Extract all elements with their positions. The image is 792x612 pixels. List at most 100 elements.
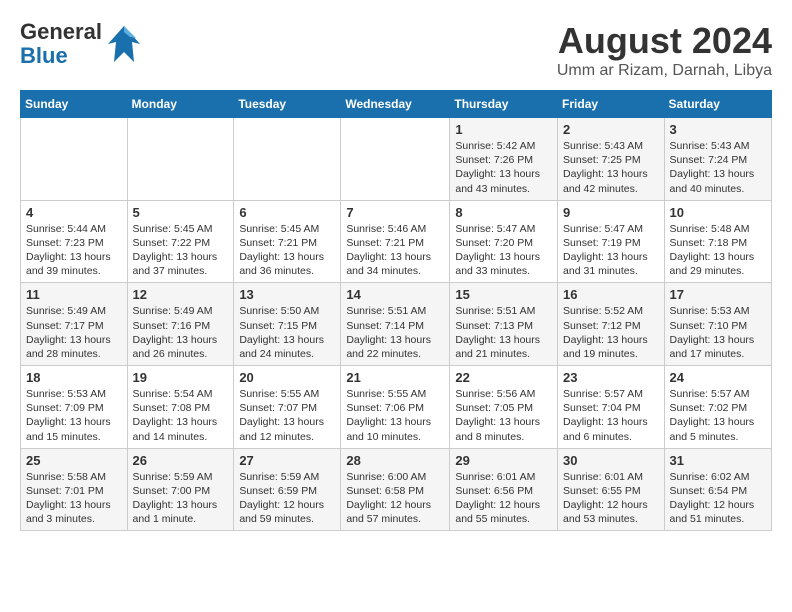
day-info: Sunrise: 5:48 AM Sunset: 7:18 PM Dayligh…: [670, 222, 766, 279]
calendar-cell: 22Sunrise: 5:56 AM Sunset: 7:05 PM Dayli…: [450, 366, 558, 449]
day-info: Sunrise: 5:53 AM Sunset: 7:09 PM Dayligh…: [26, 387, 122, 444]
title-section: August 2024 Umm ar Rizam, Darnah, Libya: [557, 20, 772, 80]
calendar-cell: 3 Sunrise: 5:43 AM Sunset: 7:24 PM Daylig…: [664, 118, 771, 201]
calendar-cell: 19 Sunrise: 5:54 AM Sunset: 7:08 PM Dayli…: [127, 366, 234, 449]
calendar-week-row: 1 Sunrise: 5:42 AM Sunset: 7:26 PM Daylig…: [21, 118, 772, 201]
day-info: Sunrise: 5:59 AM Sunset: 6:59 PM Dayligh…: [239, 470, 335, 527]
day-info: Sunrise: 5:43 AM Sunset: 7:24 PM Dayligh…: [670, 139, 766, 196]
day-info: Sunrise: 5:44 AM Sunset: 7:23 PM Dayligh…: [26, 222, 122, 279]
calendar-cell: 5Sunrise: 5:45 AM Sunset: 7:22 PM Daylig…: [127, 200, 234, 283]
day-info: Sunrise: 5:52 AM Sunset: 7:12 PM Dayligh…: [563, 304, 659, 361]
calendar-cell: 27 Sunrise: 5:59 AM Sunset: 6:59 PM Dayli…: [234, 448, 341, 531]
day-number: 20: [239, 370, 335, 385]
calendar-cell: 16 Sunrise: 5:52 AM Sunset: 7:12 PM Dayli…: [558, 283, 665, 366]
day-number: 14: [346, 287, 444, 302]
day-number: 18: [26, 370, 122, 385]
day-info: Sunrise: 5:46 AM Sunset: 7:21 PM Dayligh…: [346, 222, 444, 279]
day-number: 27: [239, 453, 335, 468]
day-info: Sunrise: 5:47 AM Sunset: 7:20 PM Dayligh…: [455, 222, 552, 279]
day-info: Sunrise: 5:45 AM Sunset: 7:21 PM Dayligh…: [239, 222, 335, 279]
day-number: 1: [455, 122, 552, 137]
day-info: Sunrise: 5:42 AM Sunset: 7:26 PM Dayligh…: [455, 139, 552, 196]
calendar-cell: 30Sunrise: 6:01 AM Sunset: 6:55 PM Dayli…: [558, 448, 665, 531]
day-info: Sunrise: 6:00 AM Sunset: 6:58 PM Dayligh…: [346, 470, 444, 527]
calendar-cell: 17Sunrise: 5:53 AM Sunset: 7:10 PM Dayli…: [664, 283, 771, 366]
calendar-cell: 4 Sunrise: 5:44 AM Sunset: 7:23 PM Daylig…: [21, 200, 128, 283]
logo-bird-icon: [106, 24, 142, 64]
day-number: 19: [133, 370, 229, 385]
day-info: Sunrise: 5:58 AM Sunset: 7:01 PM Dayligh…: [26, 470, 122, 527]
day-info: Sunrise: 5:55 AM Sunset: 7:06 PM Dayligh…: [346, 387, 444, 444]
calendar-cell: 26 Sunrise: 5:59 AM Sunset: 7:00 PM Dayli…: [127, 448, 234, 531]
calendar-cell: 28Sunrise: 6:00 AM Sunset: 6:58 PM Dayli…: [341, 448, 450, 531]
day-info: Sunrise: 5:49 AM Sunset: 7:17 PM Dayligh…: [26, 304, 122, 361]
day-number: 2: [563, 122, 659, 137]
day-number: 11: [26, 287, 122, 302]
weekday-header-monday: Monday: [127, 91, 234, 118]
day-number: 16: [563, 287, 659, 302]
day-number: 23: [563, 370, 659, 385]
calendar-cell: 2 Sunrise: 5:43 AM Sunset: 7:25 PM Daylig…: [558, 118, 665, 201]
day-info: Sunrise: 5:51 AM Sunset: 7:13 PM Dayligh…: [455, 304, 552, 361]
weekday-header-friday: Friday: [558, 91, 665, 118]
weekday-header-tuesday: Tuesday: [234, 91, 341, 118]
day-info: Sunrise: 5:57 AM Sunset: 7:02 PM Dayligh…: [670, 387, 766, 444]
weekday-header-sunday: Sunday: [21, 91, 128, 118]
day-info: Sunrise: 5:55 AM Sunset: 7:07 PM Dayligh…: [239, 387, 335, 444]
weekday-header-row: SundayMondayTuesdayWednesdayThursdayFrid…: [21, 91, 772, 118]
day-number: 7: [346, 205, 444, 220]
day-number: 25: [26, 453, 122, 468]
day-number: 3: [670, 122, 766, 137]
location: Umm ar Rizam, Darnah, Libya: [557, 62, 772, 80]
calendar-cell: 31 Sunrise: 6:02 AM Sunset: 6:54 PM Dayli…: [664, 448, 771, 531]
day-info: Sunrise: 5:51 AM Sunset: 7:14 PM Dayligh…: [346, 304, 444, 361]
month-title: August 2024: [557, 20, 772, 62]
page-header: General Blue August 2024 Umm ar Rizam, D…: [20, 20, 772, 80]
calendar-week-row: 11 Sunrise: 5:49 AM Sunset: 7:17 PM Dayli…: [21, 283, 772, 366]
day-number: 30: [563, 453, 659, 468]
calendar-cell: 12Sunrise: 5:49 AM Sunset: 7:16 PM Dayli…: [127, 283, 234, 366]
day-info: Sunrise: 5:43 AM Sunset: 7:25 PM Dayligh…: [563, 139, 659, 196]
calendar-cell: 7 Sunrise: 5:46 AM Sunset: 7:21 PM Daylig…: [341, 200, 450, 283]
day-number: 4: [26, 205, 122, 220]
calendar-cell: 23 Sunrise: 5:57 AM Sunset: 7:04 PM Dayli…: [558, 366, 665, 449]
calendar-week-row: 25 Sunrise: 5:58 AM Sunset: 7:01 PM Dayli…: [21, 448, 772, 531]
calendar-cell: 9Sunrise: 5:47 AM Sunset: 7:19 PM Daylig…: [558, 200, 665, 283]
calendar-cell: 25 Sunrise: 5:58 AM Sunset: 7:01 PM Dayli…: [21, 448, 128, 531]
calendar-week-row: 4 Sunrise: 5:44 AM Sunset: 7:23 PM Daylig…: [21, 200, 772, 283]
calendar-cell: 29Sunrise: 6:01 AM Sunset: 6:56 PM Dayli…: [450, 448, 558, 531]
calendar-table: SundayMondayTuesdayWednesdayThursdayFrid…: [20, 90, 772, 531]
day-number: 15: [455, 287, 552, 302]
day-number: 24: [670, 370, 766, 385]
calendar-cell: 24 Sunrise: 5:57 AM Sunset: 7:02 PM Dayli…: [664, 366, 771, 449]
day-info: Sunrise: 5:57 AM Sunset: 7:04 PM Dayligh…: [563, 387, 659, 444]
logo-text-general: General: [20, 19, 102, 44]
day-info: Sunrise: 5:45 AM Sunset: 7:22 PM Dayligh…: [133, 222, 229, 279]
calendar-cell: [341, 118, 450, 201]
day-number: 6: [239, 205, 335, 220]
day-info: Sunrise: 5:56 AM Sunset: 7:05 PM Dayligh…: [455, 387, 552, 444]
day-info: Sunrise: 5:47 AM Sunset: 7:19 PM Dayligh…: [563, 222, 659, 279]
day-number: 21: [346, 370, 444, 385]
day-info: Sunrise: 5:50 AM Sunset: 7:15 PM Dayligh…: [239, 304, 335, 361]
calendar-cell: 15 Sunrise: 5:51 AM Sunset: 7:13 PM Dayli…: [450, 283, 558, 366]
day-info: Sunrise: 6:02 AM Sunset: 6:54 PM Dayligh…: [670, 470, 766, 527]
day-number: 13: [239, 287, 335, 302]
weekday-header-thursday: Thursday: [450, 91, 558, 118]
logo-text-blue: Blue: [20, 44, 102, 68]
calendar-cell: 18 Sunrise: 5:53 AM Sunset: 7:09 PM Dayli…: [21, 366, 128, 449]
calendar-cell: [234, 118, 341, 201]
day-number: 10: [670, 205, 766, 220]
calendar-cell: 11 Sunrise: 5:49 AM Sunset: 7:17 PM Dayli…: [21, 283, 128, 366]
calendar-cell: 10 Sunrise: 5:48 AM Sunset: 7:18 PM Dayli…: [664, 200, 771, 283]
day-info: Sunrise: 5:54 AM Sunset: 7:08 PM Dayligh…: [133, 387, 229, 444]
day-number: 26: [133, 453, 229, 468]
day-info: Sunrise: 5:59 AM Sunset: 7:00 PM Dayligh…: [133, 470, 229, 527]
day-info: Sunrise: 6:01 AM Sunset: 6:56 PM Dayligh…: [455, 470, 552, 527]
calendar-week-row: 18 Sunrise: 5:53 AM Sunset: 7:09 PM Dayli…: [21, 366, 772, 449]
calendar-cell: 14 Sunrise: 5:51 AM Sunset: 7:14 PM Dayli…: [341, 283, 450, 366]
day-number: 31: [670, 453, 766, 468]
calendar-cell: 21 Sunrise: 5:55 AM Sunset: 7:06 PM Dayli…: [341, 366, 450, 449]
weekday-header-saturday: Saturday: [664, 91, 771, 118]
calendar-cell: 6 Sunrise: 5:45 AM Sunset: 7:21 PM Daylig…: [234, 200, 341, 283]
